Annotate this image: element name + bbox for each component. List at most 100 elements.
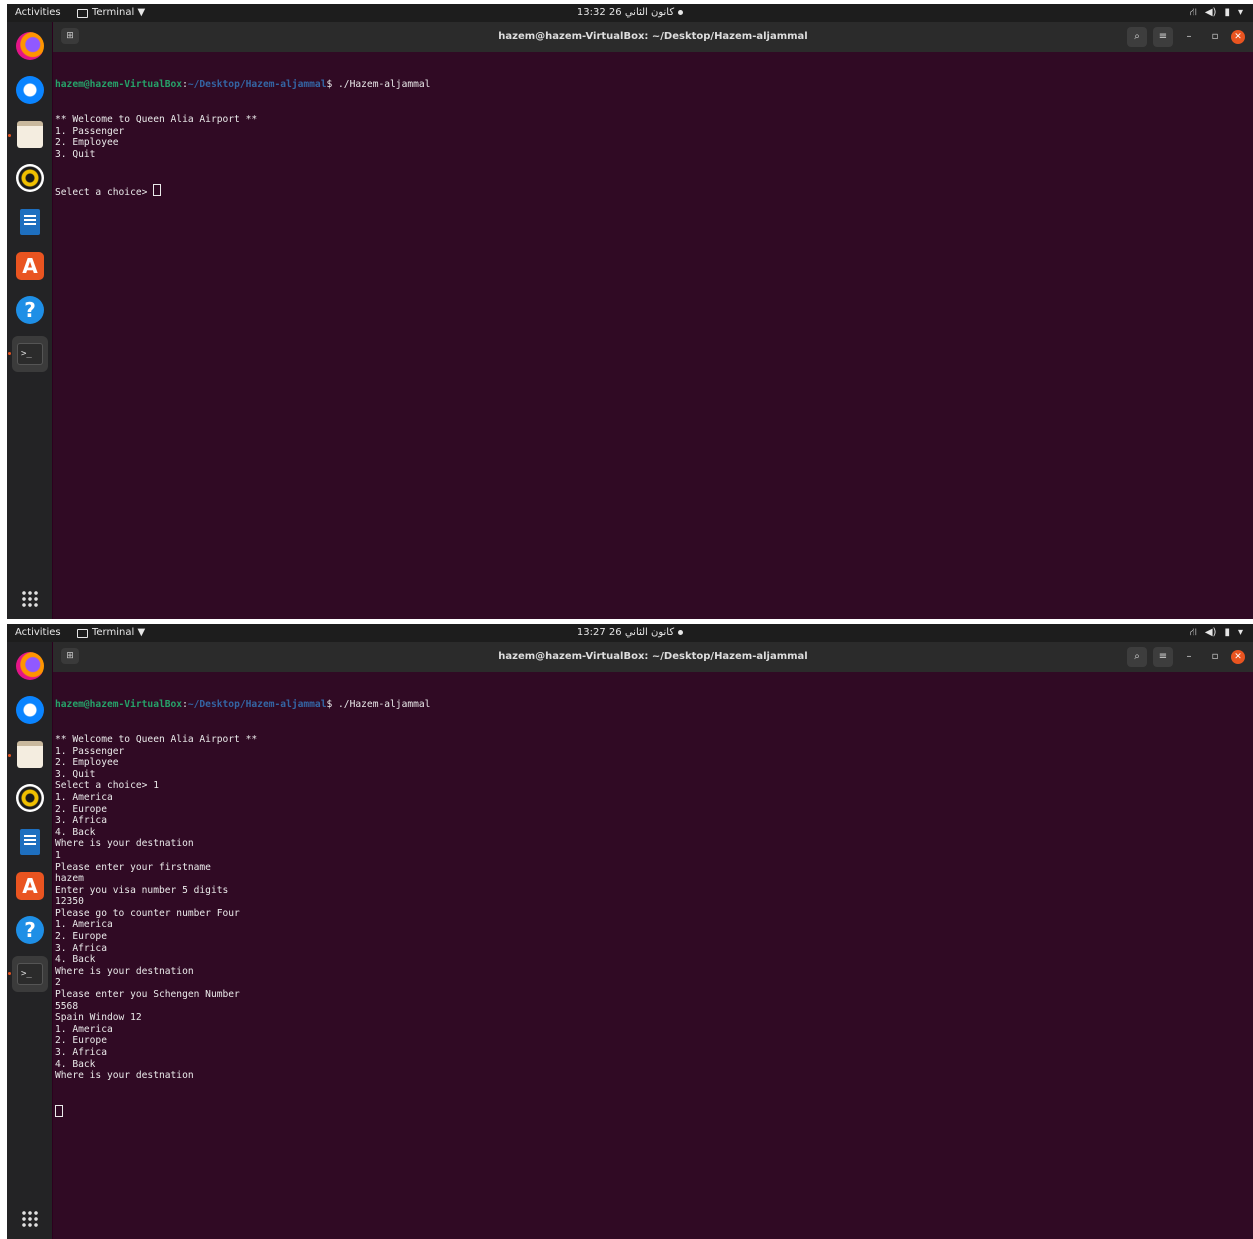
dock-software[interactable]: A <box>12 248 48 284</box>
minimize-icon[interactable]: – <box>1179 27 1199 47</box>
terminal-output[interactable]: hazem@hazem-VirtualBox:~/Desktop/Hazem-a… <box>53 672 1253 1239</box>
text-cursor <box>55 1104 63 1117</box>
menu-icon[interactable]: ≡ <box>1153 647 1173 667</box>
dock-help[interactable]: ? <box>12 912 48 948</box>
terminal-line: Where is your destnation <box>55 838 194 850</box>
terminal-line: 2. Europe <box>55 931 107 943</box>
terminal-line: Please enter you Schengen Number <box>55 989 240 1001</box>
search-icon[interactable]: ⌕ <box>1127 27 1147 47</box>
window-title: hazem@hazem-VirtualBox: ~/Desktop/Hazem-… <box>498 651 808 662</box>
dock-rhythmbox[interactable] <box>12 160 48 196</box>
system-tray[interactable]: ⛙ ◀) ▮ ▾ <box>1190 624 1243 642</box>
dock-firefox[interactable] <box>12 648 48 684</box>
firefox-icon <box>16 32 44 60</box>
input-prompt-line: Select a choice> <box>55 183 1251 198</box>
dock-writer[interactable] <box>12 824 48 860</box>
terminal-line: 1. America <box>55 919 113 931</box>
dock-terminal[interactable]: >_ <box>12 336 48 372</box>
terminal-line: Please go to counter number Four <box>55 907 240 919</box>
running-indicator <box>8 352 11 355</box>
dock: A ? >_ <box>7 22 52 619</box>
files-icon <box>17 120 43 148</box>
dock-thunderbird[interactable] <box>12 72 48 108</box>
dock-rhythmbox[interactable] <box>12 780 48 816</box>
window-title: hazem@hazem-VirtualBox: ~/Desktop/Hazem-… <box>498 31 808 42</box>
help-icon: ? <box>16 296 44 324</box>
top-bar: Activities Terminal ▼ كانون الثاني 26 13… <box>7 4 1253 22</box>
system-menu-chevron-icon[interactable]: ▾ <box>1238 624 1243 642</box>
running-indicator <box>8 134 11 137</box>
battery-icon[interactable]: ▮ <box>1224 4 1230 22</box>
prompt-line: hazem@hazem-VirtualBox:~/Desktop/Hazem-a… <box>55 79 431 91</box>
dock-help[interactable]: ? <box>12 292 48 328</box>
terminal-line: 1 <box>55 849 61 861</box>
system-menu-chevron-icon[interactable]: ▾ <box>1238 4 1243 22</box>
terminal-line: Where is your destnation <box>55 965 194 977</box>
firefox-icon <box>16 652 44 680</box>
menu-icon[interactable]: ≡ <box>1153 27 1173 47</box>
input-prompt-line <box>55 1104 1251 1117</box>
clock-text: كانون الثاني 26 13:32 <box>576 7 675 18</box>
battery-icon[interactable]: ▮ <box>1224 624 1230 642</box>
show-applications-icon[interactable] <box>21 590 39 608</box>
network-icon[interactable]: ⛙ <box>1190 624 1197 642</box>
rhythmbox-icon <box>16 164 44 192</box>
terminal-line: Please enter your firstname <box>55 861 211 873</box>
terminal-line: 4. Back <box>55 826 96 838</box>
notification-dot-icon <box>678 629 684 635</box>
thunderbird-icon <box>16 76 44 104</box>
prompt-line: hazem@hazem-VirtualBox:~/Desktop/Hazem-a… <box>55 699 431 711</box>
dock-files[interactable] <box>12 116 48 152</box>
top-bar: Activities Terminal ▼ كانون الثاني 26 13… <box>7 624 1253 642</box>
maximize-icon[interactable]: ▫ <box>1205 27 1225 47</box>
terminal-line: 3. Quit <box>55 148 96 160</box>
terminal-line: 1. America <box>55 791 113 803</box>
terminal-line: Select a choice> 1 <box>55 780 159 792</box>
terminal-icon: >_ <box>17 343 43 365</box>
dock-terminal[interactable]: >_ <box>12 956 48 992</box>
window-controls: ⌕ ≡ – ▫ ✕ <box>1127 647 1245 667</box>
system-tray[interactable]: ⛙ ◀) ▮ ▾ <box>1190 4 1243 22</box>
terminal-line: 3. Quit <box>55 768 96 780</box>
terminal-line: 2. Employee <box>55 757 119 769</box>
terminal-line: 5568 <box>55 1000 79 1012</box>
show-applications-icon[interactable] <box>21 1210 39 1228</box>
terminal-icon: >_ <box>17 963 43 985</box>
dock-files[interactable] <box>12 736 48 772</box>
terminal-line: 2 <box>55 977 61 989</box>
terminal-line: 1. America <box>55 1023 113 1035</box>
desktop-screenshot-1: Activities Terminal ▼ كانون الثاني 26 13… <box>7 4 1253 619</box>
dock-writer[interactable] <box>12 204 48 240</box>
minimize-icon[interactable]: – <box>1179 647 1199 667</box>
close-icon[interactable]: ✕ <box>1231 30 1245 44</box>
software-store-icon: A <box>16 872 44 900</box>
terminal-line: 1. Passenger <box>55 125 125 137</box>
title-bar[interactable]: ⊞ hazem@hazem-VirtualBox: ~/Desktop/Haze… <box>53 642 1253 672</box>
clock[interactable]: كانون الثاني 26 13:27 <box>7 624 1253 642</box>
clock-text: كانون الثاني 26 13:27 <box>576 627 675 638</box>
terminal-line: 4. Back <box>55 954 96 966</box>
terminal-line: 3. Africa <box>55 942 107 954</box>
terminal-output[interactable]: hazem@hazem-VirtualBox:~/Desktop/Hazem-a… <box>53 52 1253 619</box>
dock-software[interactable]: A <box>12 868 48 904</box>
network-icon[interactable]: ⛙ <box>1190 4 1197 22</box>
terminal-line: 2. Europe <box>55 1035 107 1047</box>
close-icon[interactable]: ✕ <box>1231 650 1245 664</box>
volume-icon[interactable]: ◀) <box>1205 4 1217 22</box>
terminal-line: 4. Back <box>55 1058 96 1070</box>
files-icon <box>17 740 43 768</box>
thunderbird-icon <box>16 696 44 724</box>
notification-dot-icon <box>678 9 684 15</box>
terminal-line: hazem <box>55 873 84 885</box>
maximize-icon[interactable]: ▫ <box>1205 647 1225 667</box>
desktop-screenshot-2: Activities Terminal ▼ كانون الثاني 26 13… <box>7 624 1253 1239</box>
clock[interactable]: كانون الثاني 26 13:32 <box>7 4 1253 22</box>
terminal-line: ** Welcome to Queen Alia Airport ** <box>55 733 258 745</box>
terminal-line: 3. Africa <box>55 815 107 827</box>
title-bar[interactable]: ⊞ hazem@hazem-VirtualBox: ~/Desktop/Haze… <box>53 22 1253 52</box>
dock-firefox[interactable] <box>12 28 48 64</box>
terminal-window: ⊞ hazem@hazem-VirtualBox: ~/Desktop/Haze… <box>53 642 1253 1239</box>
search-icon[interactable]: ⌕ <box>1127 647 1147 667</box>
volume-icon[interactable]: ◀) <box>1205 624 1217 642</box>
dock-thunderbird[interactable] <box>12 692 48 728</box>
